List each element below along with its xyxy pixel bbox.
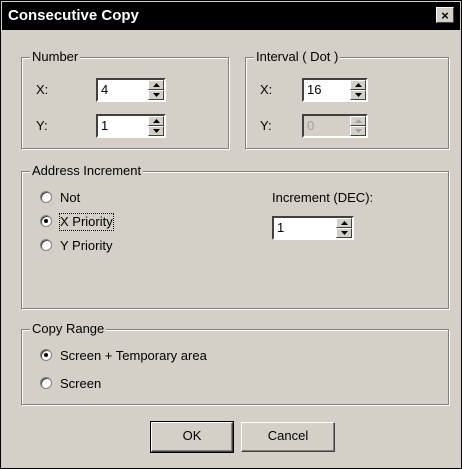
title-bar: Consecutive Copy × [2, 2, 460, 30]
radio-screen-temporary-label: Screen + Temporary area [60, 348, 207, 363]
radio-x-priority-label: X Priority [59, 213, 114, 231]
interval-x-up-arrow-icon[interactable] [350, 80, 366, 90]
ok-button[interactable]: OK [150, 421, 234, 453]
radio-screen-circle [40, 377, 52, 389]
increment-down-arrow-icon[interactable] [336, 228, 352, 238]
address-increment-group: Address Increment Not X Priority Y Prior… [21, 163, 449, 309]
address-increment-legend: Address Increment [30, 163, 144, 179]
copy-range-legend: Copy Range [30, 321, 107, 337]
number-y-value: 1 [101, 118, 109, 133]
number-x-spinner[interactable]: 4 [96, 78, 166, 102]
number-x-up-arrow-icon[interactable] [148, 80, 164, 90]
number-y-down-arrow-icon[interactable] [148, 126, 164, 136]
interval-x-spinner[interactable]: 16 [302, 78, 368, 102]
increment-label: Increment (DEC): [272, 190, 374, 205]
radio-y-priority-label: Y Priority [60, 238, 113, 253]
interval-group: Interval ( Dot ) X: 16 Y: 0 [245, 49, 449, 149]
radio-not-label: Not [60, 190, 81, 205]
close-button[interactable]: × [436, 7, 454, 23]
radio-screen-temporary-circle [40, 349, 52, 361]
number-y-up-arrow-icon[interactable] [148, 116, 164, 126]
interval-x-down-arrow-icon[interactable] [350, 90, 366, 100]
dialog-title: Consecutive Copy [8, 7, 139, 24]
interval-x-label: X: [260, 82, 273, 97]
interval-y-spinner: 0 [302, 114, 368, 138]
radio-y-priority-circle [40, 239, 52, 251]
consecutive-copy-dialog: Consecutive Copy × Number X: 4 Y: 1 Inte… [0, 0, 462, 469]
number-x-label: X: [36, 82, 49, 97]
interval-legend: Interval ( Dot ) [254, 49, 341, 65]
number-y-spinner[interactable]: 1 [96, 114, 166, 138]
number-x-value: 4 [101, 82, 109, 97]
interval-y-label: Y: [260, 118, 272, 133]
number-x-down-arrow-icon[interactable] [148, 90, 164, 100]
interval-y-up-arrow-icon [350, 116, 366, 126]
increment-spinner[interactable]: 1 [272, 216, 354, 240]
radio-screen-label: Screen [60, 376, 102, 391]
interval-y-value: 0 [307, 118, 315, 133]
interval-y-down-arrow-icon [350, 126, 366, 136]
radio-x-priority-circle [40, 215, 52, 227]
increment-up-arrow-icon[interactable] [336, 218, 352, 228]
number-y-label: Y: [36, 118, 48, 133]
number-group: Number X: 4 Y: 1 [21, 49, 229, 149]
cancel-button[interactable]: Cancel [241, 422, 335, 452]
radio-not-circle [40, 191, 52, 203]
copy-range-group: Copy Range Screen + Temporary area Scree… [21, 321, 449, 405]
interval-x-value: 16 [307, 82, 322, 97]
number-legend: Number [30, 49, 81, 65]
increment-value: 1 [277, 220, 285, 235]
